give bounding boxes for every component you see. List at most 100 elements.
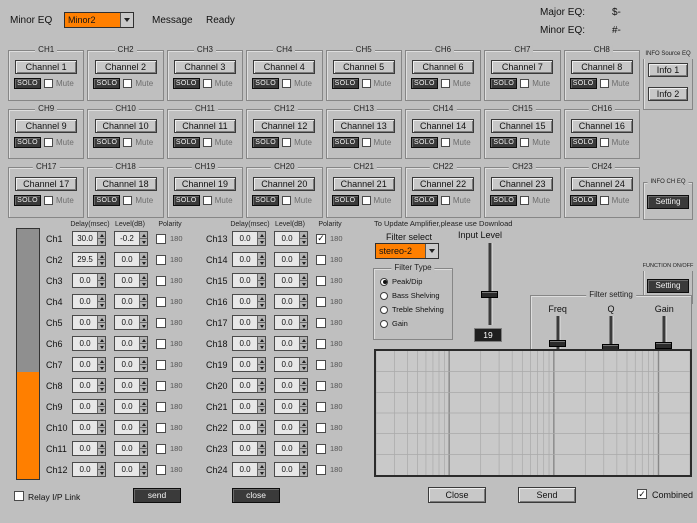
level-spinner[interactable]: 0.0 — [274, 294, 308, 309]
spin-down-icon[interactable] — [257, 259, 265, 266]
delay-spinner[interactable]: 0.0 — [232, 336, 266, 351]
spin-down-icon[interactable] — [257, 364, 265, 371]
solo-button[interactable]: SOLO — [490, 195, 517, 206]
channel-button[interactable]: Channel 16 — [571, 119, 633, 133]
solo-button[interactable]: SOLO — [93, 195, 120, 206]
spin-down-icon[interactable] — [299, 448, 307, 455]
level-spinner[interactable]: 0.0 — [114, 378, 148, 393]
filter-type-option[interactable]: Bass Shelving — [380, 291, 447, 300]
polarity-checkbox[interactable] — [156, 234, 166, 244]
channel-button[interactable]: Channel 21 — [333, 177, 395, 191]
spin-down-icon[interactable] — [97, 301, 105, 308]
input-level-slider[interactable] — [480, 243, 500, 325]
polarity-checkbox[interactable] — [156, 423, 166, 433]
spin-down-icon[interactable] — [257, 280, 265, 287]
delay-spinner[interactable]: 0.0 — [72, 420, 106, 435]
spin-down-icon[interactable] — [299, 385, 307, 392]
radio-icon[interactable] — [380, 278, 388, 286]
level-spinner[interactable]: 0.0 — [114, 357, 148, 372]
spin-down-icon[interactable] — [139, 406, 147, 413]
delay-spinner[interactable]: 0.0 — [232, 252, 266, 267]
level-spinner[interactable]: 0.0 — [114, 252, 148, 267]
delay-spinner[interactable]: 29.5 — [72, 252, 106, 267]
level-spinner[interactable]: 0.0 — [274, 315, 308, 330]
spin-down-icon[interactable] — [139, 343, 147, 350]
polarity-checkbox[interactable] — [156, 465, 166, 475]
mute-checkbox[interactable] — [362, 79, 371, 88]
level-spinner[interactable]: 0.0 — [274, 420, 308, 435]
spin-down-icon[interactable] — [97, 364, 105, 371]
level-spinner[interactable]: 0.0 — [274, 378, 308, 393]
level-spinner[interactable]: 0.0 — [274, 252, 308, 267]
spin-down-icon[interactable] — [257, 448, 265, 455]
info-2-button[interactable]: Info 2 — [648, 87, 688, 101]
mute-checkbox[interactable] — [600, 196, 609, 205]
spin-down-icon[interactable] — [97, 469, 105, 476]
spin-down-icon[interactable] — [257, 238, 265, 245]
delay-spinner[interactable]: 0.0 — [232, 441, 266, 456]
level-spinner[interactable]: 0.0 — [114, 462, 148, 477]
channel-button[interactable]: Channel 23 — [491, 177, 553, 191]
polarity-checkbox[interactable] — [156, 255, 166, 265]
spin-down-icon[interactable] — [299, 343, 307, 350]
spin-down-icon[interactable] — [257, 406, 265, 413]
polarity-checkbox[interactable] — [316, 360, 326, 370]
mute-checkbox[interactable] — [203, 79, 212, 88]
delay-spinner[interactable]: 0.0 — [232, 399, 266, 414]
mute-checkbox[interactable] — [520, 138, 529, 147]
channel-button[interactable]: Channel 4 — [253, 60, 315, 74]
solo-button[interactable]: SOLO — [490, 78, 517, 89]
filter-type-option[interactable]: Gain — [380, 319, 447, 328]
channel-button[interactable]: Channel 8 — [571, 60, 633, 74]
mute-checkbox[interactable] — [44, 138, 53, 147]
channel-button[interactable]: Channel 15 — [491, 119, 553, 133]
delay-spinner[interactable]: 0.0 — [232, 315, 266, 330]
spin-down-icon[interactable] — [139, 385, 147, 392]
spin-down-icon[interactable] — [97, 406, 105, 413]
channel-button[interactable]: Channel 7 — [491, 60, 553, 74]
polarity-checkbox[interactable] — [316, 423, 326, 433]
slider-handle[interactable] — [655, 342, 672, 349]
channel-button[interactable]: Channel 19 — [174, 177, 236, 191]
spin-down-icon[interactable] — [299, 280, 307, 287]
mute-checkbox[interactable] — [362, 138, 371, 147]
solo-button[interactable]: SOLO — [252, 137, 279, 148]
radio-icon[interactable] — [380, 320, 388, 328]
delay-spinner[interactable]: 0.0 — [232, 273, 266, 288]
solo-button[interactable]: SOLO — [332, 195, 359, 206]
delay-spinner[interactable]: 0.0 — [72, 294, 106, 309]
close-button[interactable]: Close — [428, 487, 486, 503]
spin-down-icon[interactable] — [139, 259, 147, 266]
delay-spinner[interactable]: 0.0 — [72, 357, 106, 372]
mute-checkbox[interactable] — [203, 138, 212, 147]
delay-spinner[interactable]: 0.0 — [232, 294, 266, 309]
level-spinner[interactable]: 0.0 — [114, 336, 148, 351]
polarity-checkbox[interactable] — [156, 276, 166, 286]
slider-handle[interactable] — [549, 340, 566, 347]
mute-checkbox[interactable] — [441, 138, 450, 147]
channel-button[interactable]: Channel 6 — [412, 60, 474, 74]
spin-down-icon[interactable] — [257, 385, 265, 392]
polarity-checkbox[interactable] — [316, 339, 326, 349]
level-spinner[interactable]: 0.0 — [274, 231, 308, 246]
delay-spinner[interactable]: 0.0 — [72, 441, 106, 456]
mute-checkbox[interactable] — [282, 79, 291, 88]
spin-down-icon[interactable] — [299, 238, 307, 245]
polarity-checkbox[interactable] — [156, 360, 166, 370]
mute-checkbox[interactable] — [282, 138, 291, 147]
polarity-checkbox[interactable] — [316, 276, 326, 286]
solo-button[interactable]: SOLO — [570, 137, 597, 148]
delay-spinner[interactable]: 0.0 — [72, 273, 106, 288]
solo-button[interactable]: SOLO — [252, 195, 279, 206]
channel-button[interactable]: Channel 12 — [253, 119, 315, 133]
delay-spinner[interactable]: 0.0 — [232, 378, 266, 393]
delay-spinner[interactable]: 0.0 — [72, 315, 106, 330]
slider-handle[interactable] — [481, 291, 498, 298]
mute-checkbox[interactable] — [203, 196, 212, 205]
info-1-button[interactable]: Info 1 — [648, 63, 688, 77]
mute-checkbox[interactable] — [362, 196, 371, 205]
spin-down-icon[interactable] — [139, 322, 147, 329]
send-button-lower[interactable]: send — [133, 488, 181, 503]
solo-button[interactable]: SOLO — [173, 137, 200, 148]
channel-button[interactable]: Channel 13 — [333, 119, 395, 133]
